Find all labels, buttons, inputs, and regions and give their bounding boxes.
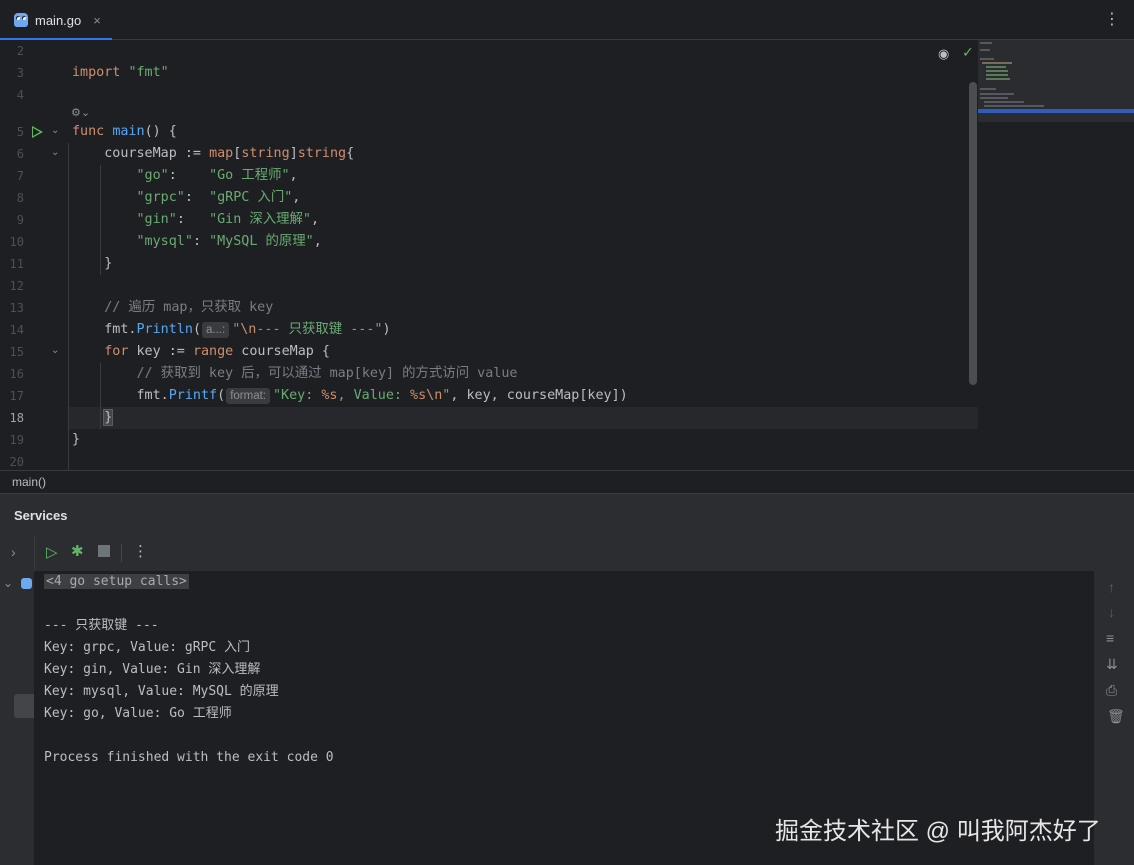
line-number: 18: [9, 411, 24, 425]
console-line: --- 只获取键 ---: [44, 618, 159, 633]
chevron-down-icon[interactable]: ⌄: [3, 576, 13, 590]
arrow-down-icon[interactable]: ↓: [1108, 604, 1115, 620]
parameter-hint: format:: [226, 388, 270, 404]
stop-icon[interactable]: [98, 545, 110, 557]
line-number: 5: [16, 125, 24, 139]
fold-icon[interactable]: ⌄: [51, 125, 59, 136]
console-line: Process finished with the exit code 0: [44, 750, 334, 765]
watermark: 掘金技术社区 @ 叫我阿杰好了: [775, 818, 1101, 845]
line-number: 8: [16, 191, 24, 205]
code-vision-icon[interactable]: ⚙⌄: [71, 106, 90, 119]
services-panel-header: Services: [0, 493, 1134, 535]
line-number: 4: [16, 88, 24, 102]
editor-tab-bar: main.go × ⋮: [0, 0, 1134, 41]
minimap-viewport: [978, 109, 1134, 113]
vertical-scrollbar[interactable]: [969, 82, 977, 385]
more-options-icon[interactable]: ⋮: [1104, 9, 1120, 29]
line-number: 12: [9, 279, 24, 293]
code-line: }: [72, 432, 81, 447]
reader-mode-icon[interactable]: ◉: [938, 46, 949, 62]
line-number: 11: [9, 257, 24, 271]
services-title: Services: [14, 508, 68, 523]
line-number: 17: [9, 389, 24, 403]
more-options-icon[interactable]: ⋮: [133, 542, 148, 560]
line-gutter: 2 3 4 5 ⌄ 6 ⌄ 7 8 9 10 11 12 13 14 15 ⌄ …: [0, 40, 68, 470]
print-icon[interactable]: ⎙: [1106, 682, 1117, 699]
soft-wrap-icon[interactable]: ≡: [1106, 630, 1114, 646]
line-number: 16: [9, 367, 24, 381]
code-line: // 遍历 map，只获取 key: [104, 300, 274, 315]
console-line: <4 go setup calls>: [44, 571, 189, 593]
debug-icon[interactable]: ✱: [71, 542, 84, 560]
tab-main-go[interactable]: main.go ×: [0, 0, 112, 41]
breadcrumb[interactable]: main(): [0, 470, 1134, 493]
parameter-hint: a...:: [202, 322, 230, 338]
code-line: "go": "Go 工程师",: [136, 168, 298, 183]
line-number: 13: [9, 301, 24, 315]
go-setup-calls-fold[interactable]: <4 go setup calls>: [44, 574, 189, 589]
line-number: 3: [16, 66, 24, 80]
line-number: 6: [16, 147, 24, 161]
no-problems-check-icon[interactable]: ✓: [962, 44, 974, 61]
fold-icon[interactable]: ⌄: [51, 345, 59, 356]
expand-icon[interactable]: ›: [11, 544, 16, 560]
breadcrumb-item[interactable]: main(): [12, 475, 46, 489]
run-icon[interactable]: [32, 126, 43, 138]
code-line: "gin": "Gin 深入理解",: [136, 212, 320, 227]
fold-icon[interactable]: ⌄: [51, 147, 59, 158]
code-line: "grpc": "gRPC 入门",: [136, 190, 301, 205]
current-line-highlight: [68, 407, 978, 429]
code-line: "mysql": "MySQL 的原理",: [136, 234, 322, 249]
tree-item-selected[interactable]: [14, 694, 34, 718]
console-line: Key: mysql, Value: MySQL 的原理: [44, 684, 279, 699]
go-config-icon: [21, 578, 32, 589]
code-editor[interactable]: 2 3 4 5 ⌄ 6 ⌄ 7 8 9 10 11 12 13 14 15 ⌄ …: [0, 40, 1134, 470]
code-line: }: [72, 256, 113, 271]
line-number: 9: [16, 213, 24, 227]
console-line: Key: go, Value: Go 工程师: [44, 706, 232, 721]
code-line: // 获取到 key 后，可以通过 map[key] 的方式访问 value: [136, 366, 518, 381]
go-file-icon: [14, 13, 28, 27]
code-line: fmt.Println(a...: "\n--- 只获取键 ---"): [72, 322, 391, 338]
line-number: 7: [16, 169, 24, 183]
scroll-to-end-icon[interactable]: ⇊: [1106, 656, 1118, 673]
code-line: fmt.Printf(format: "Key: %s, Value: %s\n"…: [72, 388, 628, 404]
line-number: 20: [9, 455, 24, 469]
run-icon[interactable]: ▷: [46, 543, 58, 561]
toolbar-separator: [121, 544, 122, 562]
console-line: Key: gin, Value: Gin 深入理解: [44, 662, 261, 677]
code-line: }: [103, 409, 114, 426]
console-line: Key: grpc, Value: gRPC 入门: [44, 640, 251, 655]
line-number: 19: [9, 433, 24, 447]
trash-icon[interactable]: 🗑: [1107, 708, 1125, 725]
line-number: 2: [16, 44, 24, 58]
line-number: 10: [9, 235, 24, 249]
services-toolbar: › ▷ ✱ ⋮: [0, 535, 1134, 571]
line-number: 14: [9, 323, 24, 337]
minimap[interactable]: [978, 40, 1134, 122]
code-line: import "fmt": [72, 65, 169, 80]
panel-divider: [34, 535, 35, 571]
line-number: 15: [9, 345, 24, 359]
code-line: courseMap := map[string]string{: [72, 146, 355, 161]
tab-label: main.go: [35, 12, 82, 28]
close-icon[interactable]: ×: [93, 13, 101, 28]
indent-guide: [68, 143, 69, 470]
code-line: func main() {: [72, 124, 177, 139]
code-line: for key := range courseMap {: [104, 344, 330, 359]
arrow-up-icon[interactable]: ↑: [1108, 579, 1115, 595]
services-tree[interactable]: ⌄: [0, 571, 34, 865]
